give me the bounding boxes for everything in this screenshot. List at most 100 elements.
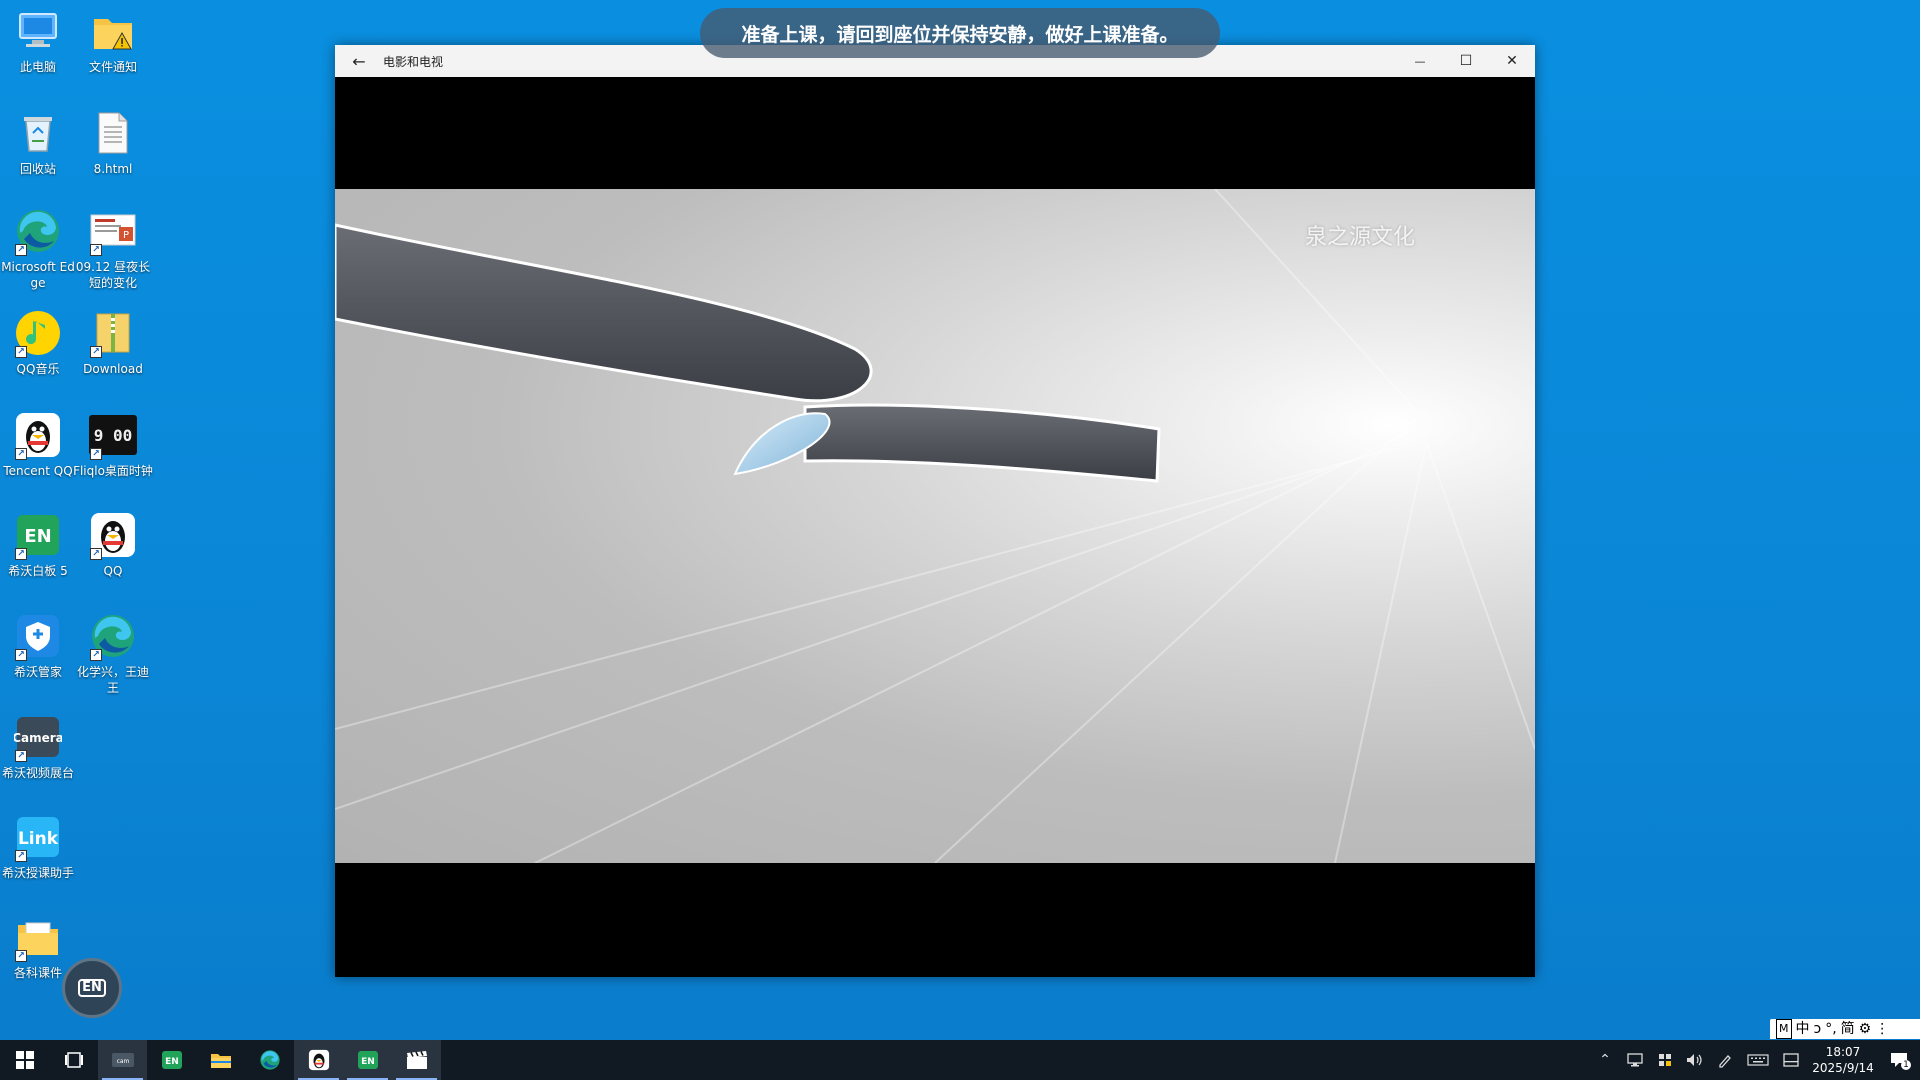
shortcut-arrow-icon: ↗	[15, 244, 27, 256]
desktop-icon-label: Microsoft Edge	[1, 260, 75, 290]
svg-text:Camera: Camera	[14, 731, 62, 745]
folder-zip-icon: ↗	[88, 308, 138, 358]
shortcut-arrow-icon: ↗	[15, 649, 27, 661]
easinote-icon: EN	[357, 1051, 378, 1069]
video-content-graphic	[335, 189, 1535, 863]
ime-settings-icon[interactable]: ⚙	[1859, 1020, 1872, 1038]
maximize-button[interactable]: ☐	[1443, 45, 1489, 77]
recycle-bin-icon	[13, 108, 63, 158]
shield-icon: ↗	[13, 611, 63, 661]
qq-music-icon: ↗	[13, 308, 63, 358]
tray-display[interactable]	[1776, 1040, 1806, 1080]
start-button[interactable]	[0, 1040, 49, 1080]
shortcut-arrow-icon: ↗	[15, 750, 27, 762]
taskbar-file-explorer[interactable]	[196, 1040, 245, 1080]
desktop-icon-seewo-camera[interactable]: Camera ↗ 希沃视频展台	[0, 712, 78, 781]
desktop-icon-label: 希沃管家	[13, 665, 62, 679]
tray-volume[interactable]	[1680, 1040, 1710, 1080]
edge-icon: ↗	[88, 611, 138, 661]
desktop-icon-tencent-qq[interactable]: ↗ Tencent QQ	[0, 410, 78, 479]
svg-text:EN: EN	[165, 1057, 179, 1067]
desktop-icon-seewo-link[interactable]: Link ↗ 希沃授课助手	[0, 812, 78, 881]
close-button[interactable]: ✕	[1489, 45, 1535, 77]
desktop-icon-easinote-5[interactable]: EN ↗ 希沃白板 5	[0, 510, 78, 579]
desktop-icon-qq-music[interactable]: ↗ QQ音乐	[0, 308, 78, 377]
tray-overflow-button[interactable]: ⌃	[1590, 1040, 1620, 1080]
shortcut-arrow-icon: ↗	[15, 850, 27, 862]
notification-count: 1	[1901, 1060, 1911, 1070]
easinote-icon: EN ↗	[13, 510, 63, 560]
keyboard-icon	[1747, 1054, 1769, 1066]
class-notice-banner: 准备上课，请回到座位并保持安静，做好上课准备。	[700, 8, 1220, 58]
clock-date: 2025/9/14	[1812, 1061, 1874, 1075]
system-tray: ⌃ 18:07 2025/9/14 1	[1590, 1040, 1920, 1080]
shortcut-arrow-icon: ↗	[15, 346, 27, 358]
svg-text:P: P	[123, 230, 129, 241]
tray-network[interactable]	[1620, 1040, 1650, 1080]
back-button[interactable]: ←	[335, 45, 383, 77]
desktop-icon-label: 09.12 昼夜长短的变化	[75, 260, 151, 290]
link-app-icon: Link ↗	[13, 812, 63, 862]
maximize-icon: ☐	[1459, 53, 1473, 69]
taskbar-clock[interactable]: 18:07 2025/9/14	[1806, 1044, 1880, 1076]
shortcut-arrow-icon: ↗	[90, 548, 102, 560]
network-icon	[1627, 1053, 1643, 1067]
tray-security[interactable]	[1650, 1040, 1680, 1080]
desktop-icon-qq[interactable]: ↗ QQ	[73, 510, 153, 579]
taskbar-easinote[interactable]: EN	[147, 1040, 196, 1080]
minimize-icon: —	[1414, 54, 1426, 68]
volume-icon	[1687, 1054, 1702, 1066]
video-watermark: 泉之源文化	[1304, 225, 1415, 250]
desktop-icon-label: 希沃视频展台	[1, 766, 74, 780]
shortcut-arrow-icon: ↗	[90, 244, 102, 256]
powerpoint-file-icon: P ↗	[88, 206, 138, 256]
taskbar-edge[interactable]	[245, 1040, 294, 1080]
desktop-icon-label: QQ	[103, 564, 123, 578]
desktop-icon-ppt[interactable]: P ↗ 09.12 昼夜长短的变化	[73, 206, 153, 291]
desktop-icon-edge[interactable]: ↗ Microsoft Edge	[0, 206, 78, 291]
desktop-icon-recycle-bin[interactable]: 回收站	[0, 108, 78, 177]
task-view-icon	[64, 1052, 83, 1068]
ime-toolbar[interactable]: M 中 ᴐ °, 简 ⚙ ⋮	[1770, 1019, 1920, 1039]
task-view-button[interactable]	[49, 1040, 98, 1080]
flip-clock-icon: 9 00 ↗	[88, 410, 138, 460]
desktop-icon-chem[interactable]: ↗ 化学兴，王迪王	[73, 611, 153, 696]
ime-chinese-toggle[interactable]: 中	[1796, 1020, 1810, 1038]
svg-text:Link: Link	[18, 829, 59, 849]
svg-text:EN: EN	[361, 1057, 375, 1067]
desktop-icon-label: Tencent QQ	[3, 464, 73, 478]
taskbar-qq[interactable]	[294, 1040, 343, 1080]
display-icon	[1783, 1053, 1799, 1067]
clapperboard-icon	[406, 1051, 427, 1069]
camera-app-icon: cam	[111, 1053, 134, 1067]
ime-simplified-toggle[interactable]: 简	[1841, 1020, 1855, 1038]
ime-mode-icon[interactable]: M	[1776, 1019, 1792, 1039]
tray-pen[interactable]	[1710, 1040, 1740, 1080]
shortcut-arrow-icon: ↗	[15, 950, 27, 962]
tray-keyboard[interactable]	[1740, 1040, 1776, 1080]
shortcut-arrow-icon: ↗	[15, 548, 27, 560]
desktop-icon-fliqlo[interactable]: 9 00 ↗ Fliqlo桌面时钟	[73, 410, 153, 479]
taskbar-easinote-2[interactable]: EN	[343, 1040, 392, 1080]
camera-icon: Camera ↗	[13, 712, 63, 762]
desktop-icon-label: 回收站	[19, 162, 56, 176]
minimize-button[interactable]: —	[1397, 45, 1443, 77]
video-player[interactable]: 泉之源文化	[335, 77, 1535, 977]
easinote-floating-button[interactable]: EN	[62, 958, 122, 1018]
desktop-icon-8-html[interactable]: 8.html	[73, 108, 153, 177]
ime-punctuation-toggle[interactable]: °,	[1825, 1020, 1836, 1038]
desktop-icon-download[interactable]: ↗ Download	[73, 308, 153, 377]
desktop-icon-seewo-manager[interactable]: ↗ 希沃管家	[0, 611, 78, 680]
desktop-icon-this-pc[interactable]: 此电脑	[0, 6, 78, 75]
desktop-icon-file-notice[interactable]: 文件通知	[73, 6, 153, 75]
ime-more-icon[interactable]: ⋮	[1875, 1020, 1889, 1038]
desktop-icon-label: QQ音乐	[16, 362, 60, 376]
qq-penguin-icon: ↗	[13, 410, 63, 460]
ime-moon-icon[interactable]: ᴐ	[1814, 1020, 1822, 1038]
taskbar-movies-tv[interactable]	[392, 1040, 441, 1080]
svg-text:EN: EN	[24, 526, 51, 547]
taskbar-camera-app[interactable]: cam	[98, 1040, 147, 1080]
window-title: 电影和电视	[383, 54, 444, 69]
notification-center-button[interactable]: 1	[1880, 1040, 1920, 1080]
edge-icon	[259, 1050, 280, 1070]
